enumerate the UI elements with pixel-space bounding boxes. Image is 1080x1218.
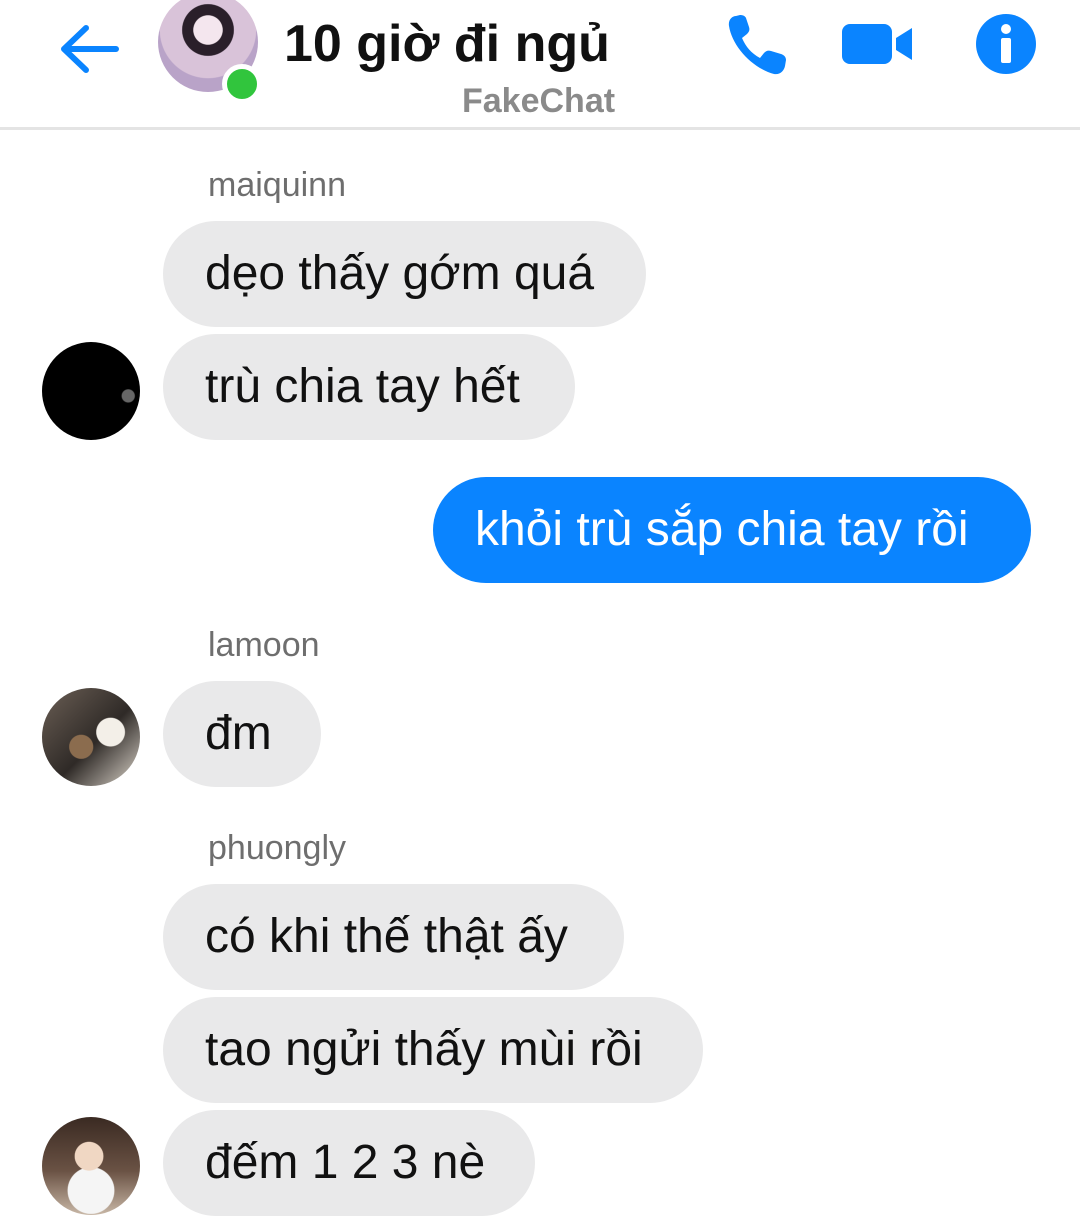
message-bubble[interactable]: trù chia tay hết — [163, 334, 575, 440]
conversation-title[interactable]: 10 giờ đi ngủ — [284, 14, 610, 74]
chat-header: 10 giờ đi ngủ FakeChat — [0, 0, 1080, 130]
sender-name: maiquinn — [208, 166, 346, 204]
sender-avatar[interactable] — [42, 1117, 140, 1215]
arrow-left-icon — [61, 25, 119, 73]
message-bubble[interactable]: dẹo thấy gớm quá — [163, 221, 646, 327]
sender-name: lamoon — [208, 626, 320, 664]
online-status-dot — [222, 64, 262, 104]
sender-avatar[interactable] — [42, 688, 140, 786]
call-button[interactable] — [722, 8, 794, 80]
video-camera-icon — [842, 24, 912, 64]
phone-icon — [728, 15, 786, 75]
watermark-subtitle: FakeChat — [462, 82, 616, 120]
outgoing-message-bubble[interactable]: khỏi trù sắp chia tay rồi — [433, 477, 1031, 583]
info-icon — [976, 14, 1036, 74]
info-button[interactable] — [972, 8, 1044, 80]
message-bubble[interactable]: đếm 1 2 3 nè — [163, 1110, 535, 1216]
sender-avatar[interactable] — [42, 342, 140, 440]
video-call-button[interactable] — [838, 8, 912, 80]
message-bubble[interactable]: tao ngửi thấy mùi rồi — [163, 997, 703, 1103]
sender-name: phuongly — [208, 829, 347, 867]
back-button[interactable] — [52, 12, 122, 82]
message-bubble[interactable]: đm — [163, 681, 321, 787]
conversation-avatar[interactable] — [158, 0, 262, 104]
message-bubble[interactable]: có khi thế thật ấy — [163, 884, 624, 990]
